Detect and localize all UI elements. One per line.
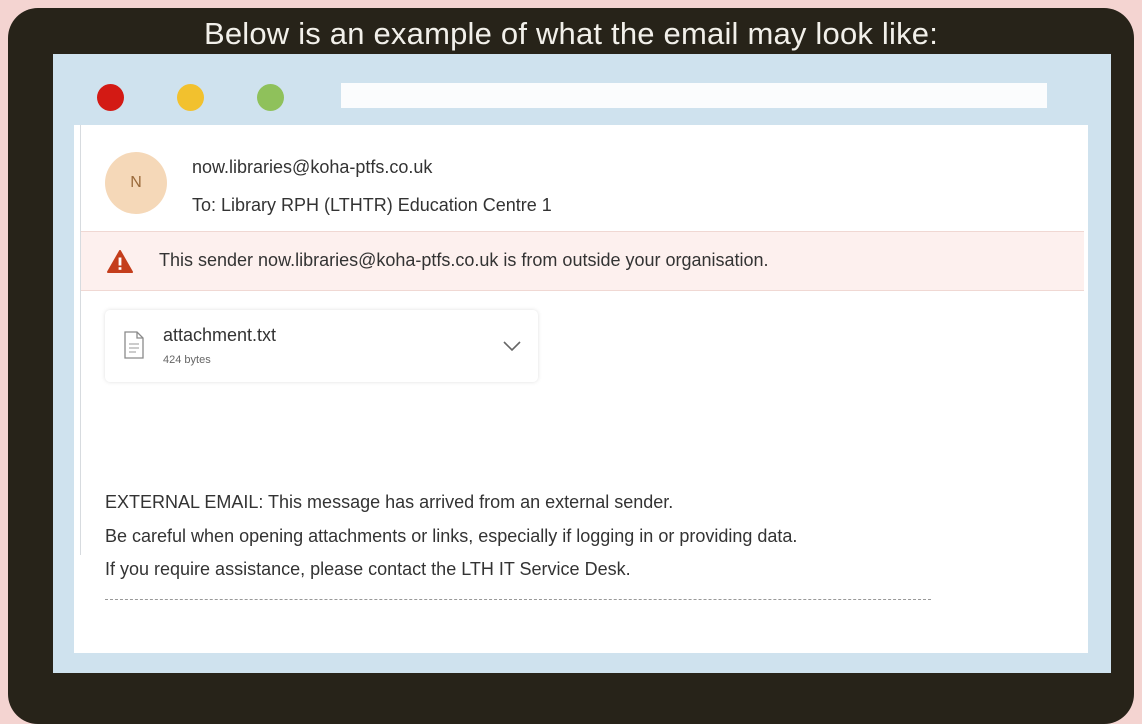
pane-divider <box>80 125 81 555</box>
maximize-window-dot[interactable] <box>257 84 284 111</box>
recipients-line: To: Library RPH (LTHTR) Education Centre… <box>192 195 552 215</box>
dashed-separator <box>105 599 931 600</box>
page-heading: Below is an example of what the email ma… <box>203 16 939 51</box>
body-line-caution: Be careful when opening attachments or l… <box>105 526 798 546</box>
attachment-size: 424 bytes <box>163 354 211 366</box>
address-bar[interactable] <box>341 83 1047 108</box>
external-sender-banner: This sender now.libraries@koha-ptfs.co.u… <box>81 231 1084 291</box>
sender-address[interactable]: now.libraries@koha-ptfs.co.uk <box>192 157 432 178</box>
body-line-assistance: If you require assistance, please contac… <box>105 559 631 579</box>
external-warning-text: This sender now.libraries@koha-ptfs.co.u… <box>159 250 769 270</box>
chevron-down-icon[interactable] <box>502 339 522 357</box>
file-icon <box>123 331 145 364</box>
attachment-name: attachment.txt <box>163 325 277 345</box>
body-line-external-notice: EXTERNAL EMAIL: This message has arrived… <box>105 492 674 512</box>
attachment-card[interactable]: attachment.txt 424 bytes <box>105 310 538 382</box>
email-reading-pane: N now.libraries@koha-ptfs.co.uk To: Libr… <box>74 125 1088 653</box>
email-window: N now.libraries@koha-ptfs.co.uk To: Libr… <box>53 54 1111 673</box>
sender-avatar[interactable]: N <box>105 152 167 214</box>
avatar-initial: N <box>130 174 142 191</box>
close-window-dot[interactable] <box>97 84 124 111</box>
minimize-window-dot[interactable] <box>177 84 204 111</box>
warning-triangle-icon <box>107 250 133 278</box>
